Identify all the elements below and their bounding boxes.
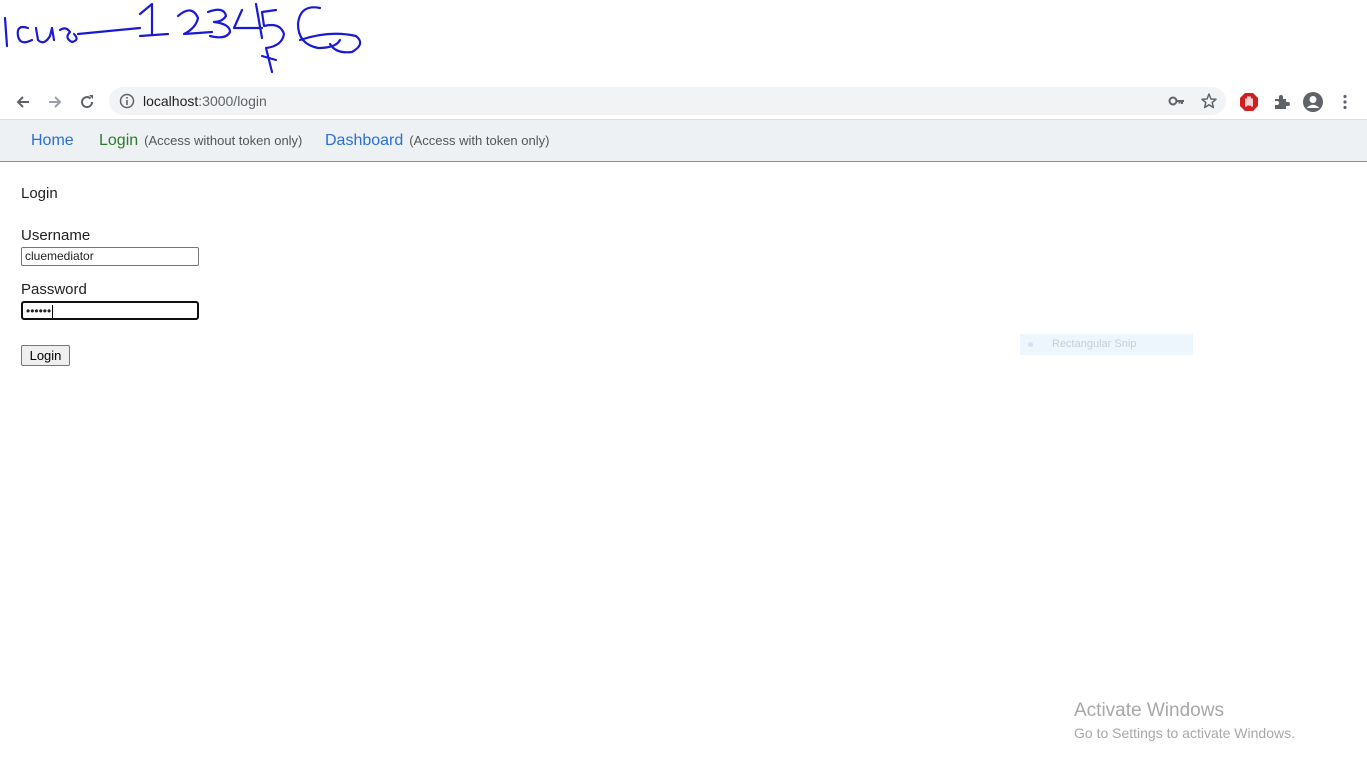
snip-dot-icon <box>1028 342 1033 347</box>
star-icon[interactable] <box>1200 92 1218 110</box>
nav-dashboard-link[interactable]: Dashboard <box>325 132 403 149</box>
password-value: •••••• <box>26 304 52 318</box>
back-button[interactable] <box>11 90 35 114</box>
puzzle-icon <box>1275 95 1290 109</box>
activation-watermark-title: Activate Windows <box>1074 700 1224 721</box>
url-text: localhost:3000/login <box>143 93 267 109</box>
password-input[interactable]: •••••• <box>21 301 199 320</box>
stop-hand-icon <box>1240 93 1258 111</box>
username-input[interactable]: cluemediator <box>21 247 199 266</box>
nav-dashboard-item: Dashboard (Access with token only) <box>325 132 549 150</box>
reload-icon <box>81 95 94 109</box>
info-icon <box>119 93 135 109</box>
arrow-right-icon <box>49 96 62 108</box>
profile-button[interactable] <box>1301 90 1325 114</box>
text-cursor <box>52 305 54 319</box>
forward-button[interactable] <box>43 90 67 114</box>
url-host: localhost <box>143 93 199 109</box>
password-label: Password <box>21 281 87 298</box>
arrow-left-icon <box>16 96 29 108</box>
snip-overlay: Rectangular Snip <box>1020 334 1193 355</box>
nav-home-link[interactable]: Home <box>31 132 74 150</box>
extension-button[interactable] <box>1237 90 1261 114</box>
nav-login-link[interactable]: Login <box>99 132 138 149</box>
nav-login-item: Login (Access without token only) <box>99 132 302 150</box>
url-path: :3000/login <box>198 93 267 109</box>
nav-dashboard-note: (Access with token only) <box>409 133 550 148</box>
reload-button[interactable] <box>75 90 99 114</box>
account-icon <box>1303 92 1323 112</box>
menu-button[interactable] <box>1333 90 1357 114</box>
page-title: Login <box>21 185 58 202</box>
address-bar[interactable]: localhost:3000/login <box>109 87 1226 115</box>
more-vertical-icon <box>1343 94 1347 110</box>
username-label: Username <box>21 227 91 244</box>
snip-label: Rectangular Snip <box>1052 338 1137 350</box>
activation-watermark-subtitle: Go to Settings to activate Windows. <box>1074 725 1295 741</box>
key-icon[interactable] <box>1168 92 1186 110</box>
handwritten-annotation <box>3 2 362 74</box>
browser-toolbar: localhost:3000/login <box>0 86 1367 117</box>
extensions-button[interactable] <box>1269 90 1293 114</box>
login-submit-button[interactable]: Login <box>21 345 70 366</box>
app-navbar: Home Login (Access without token only) Da… <box>0 119 1367 162</box>
nav-login-note: (Access without token only) <box>144 133 303 148</box>
